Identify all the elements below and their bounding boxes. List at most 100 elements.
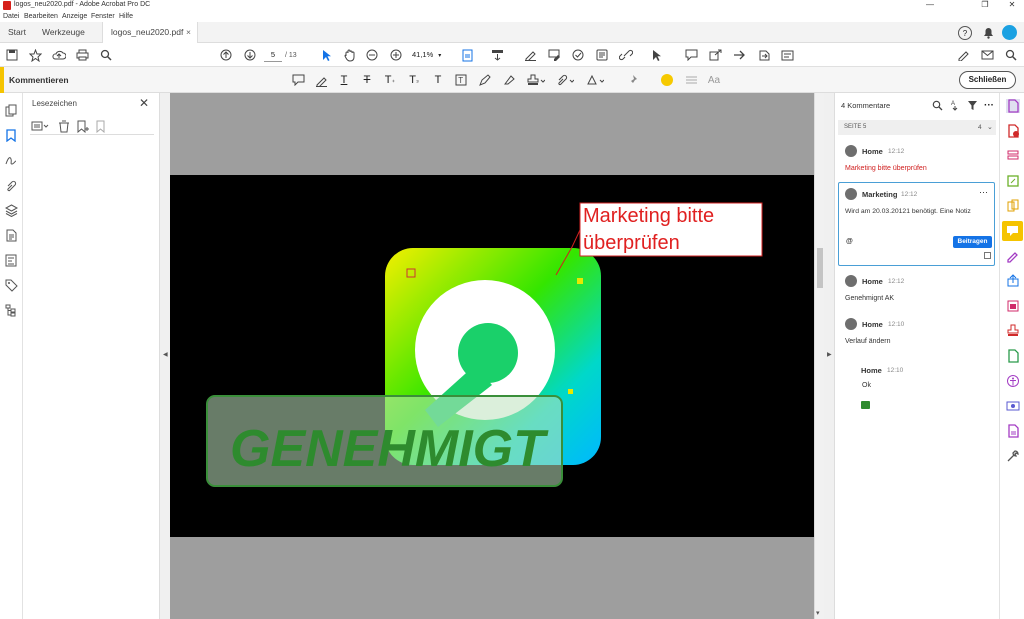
prepare-form-icon[interactable] <box>1006 424 1020 438</box>
page-down-icon[interactable] <box>242 47 258 63</box>
tab-start[interactable]: Start <box>0 22 34 43</box>
more-tools-wrench-icon[interactable] <box>1006 449 1020 463</box>
scroll-down-icon[interactable]: ▾ <box>816 609 820 617</box>
create-pdf-icon[interactable] <box>1006 99 1020 113</box>
underline-text-icon[interactable]: T <box>336 72 352 88</box>
search-icon[interactable] <box>98 47 114 63</box>
tab-werkzeuge[interactable]: Werkzeuge <box>34 22 93 43</box>
page-up-icon[interactable] <box>218 47 234 63</box>
comment-item-active[interactable]: Marketing 12:12 ··· Wird am 20.03.20121 … <box>838 182 995 266</box>
shapes-icon[interactable] <box>584 72 606 88</box>
thumbs-up-icon[interactable] <box>861 401 870 409</box>
signature-icon[interactable] <box>4 153 18 167</box>
comment-item[interactable]: Home 12:10 Verlauf ändern <box>838 316 996 348</box>
zoom-select[interactable]: 41,1% ▾ <box>412 48 450 62</box>
bookmark-options-icon[interactable] <box>30 119 50 133</box>
close-window-button[interactable]: ✕ <box>1002 0 1022 9</box>
fill-sign-icon[interactable] <box>522 47 538 63</box>
filter-icon[interactable] <box>966 99 978 111</box>
vertical-scrollbar[interactable]: ▾ <box>814 93 824 619</box>
sticky-note-icon[interactable] <box>290 72 306 88</box>
edit-pdf-icon[interactable] <box>1006 174 1020 188</box>
replace-text-icon[interactable]: T₃ <box>406 72 422 88</box>
combine-files-icon[interactable] <box>1006 199 1020 213</box>
share-icon[interactable] <box>755 47 771 63</box>
highlight-pen-icon[interactable] <box>313 72 329 88</box>
expand-bookmark-icon[interactable] <box>95 119 109 133</box>
pin-icon[interactable] <box>624 72 640 88</box>
close-panel-icon[interactable]: ✕ <box>139 96 149 110</box>
layers-icon[interactable] <box>4 203 18 217</box>
scan-ocr-icon[interactable] <box>1006 349 1020 363</box>
tab-document[interactable]: logos_neu2020.pdf × <box>102 22 198 43</box>
forms-icon[interactable] <box>594 47 610 63</box>
export-pdf-icon[interactable] <box>1006 124 1020 138</box>
close-comment-button[interactable]: Schließen <box>959 71 1016 89</box>
insert-text-icon[interactable]: T ₊ <box>382 72 398 88</box>
bookmark-icon[interactable] <box>4 128 18 142</box>
star-icon[interactable] <box>27 47 43 63</box>
maximize-button[interactable]: ❐ <box>975 0 995 9</box>
pdf-page[interactable]: Marketing bitte überprüfen GENEHMIGT <box>170 175 814 537</box>
delete-icon[interactable] <box>57 119 71 133</box>
arrow-right-icon[interactable] <box>731 47 747 63</box>
fill-sign-tool-icon[interactable] <box>1006 249 1020 263</box>
comment-more-icon[interactable]: ··· <box>979 187 988 197</box>
scrollbar-thumb[interactable] <box>817 248 823 288</box>
tag-icon[interactable] <box>4 278 18 292</box>
new-bookmark-icon[interactable] <box>76 119 90 133</box>
scroll-mode-icon[interactable] <box>489 47 505 63</box>
menu-datei[interactable]: Datei <box>3 13 19 20</box>
text-size-icon[interactable]: Aa <box>706 72 722 88</box>
cloud-upload-icon[interactable] <box>51 47 67 63</box>
print-icon[interactable] <box>74 47 90 63</box>
notification-bell-icon[interactable] <box>981 26 995 40</box>
attach-icon[interactable] <box>554 72 576 88</box>
menu-bearbeiten[interactable]: Bearbeiten <box>24 13 58 20</box>
comment-checkbox[interactable] <box>984 252 991 259</box>
hand-tool-icon[interactable] <box>341 47 357 63</box>
fit-page-icon[interactable] <box>460 47 476 63</box>
menu-fenster[interactable]: Fenster <box>91 13 115 20</box>
search-icon[interactable] <box>931 99 943 111</box>
accessibility-icon[interactable] <box>1006 374 1020 388</box>
post-button[interactable]: Beitragen <box>953 236 992 248</box>
pointer-icon[interactable] <box>648 47 664 63</box>
page-section-header[interactable]: SEITE 5 4 ⌄ <box>838 120 996 135</box>
comment-item[interactable]: Home 12:12 Marketing bitte überprüfen <box>838 143 996 175</box>
right-panel-collapse[interactable]: ▶ <box>824 93 834 619</box>
email-icon[interactable] <box>979 47 995 63</box>
select-cursor-icon[interactable] <box>318 47 334 63</box>
pencil-icon[interactable] <box>477 72 493 88</box>
comment-reply[interactable]: Home 12:10 Ok <box>838 363 996 418</box>
page-thumbnails-icon[interactable] <box>4 103 18 117</box>
stamp-tool-icon[interactable] <box>525 72 547 88</box>
attachment-icon[interactable] <box>4 178 18 192</box>
color-picker[interactable] <box>659 72 675 88</box>
comment-item[interactable]: Home 12:12 Genehmignt AK <box>838 273 996 305</box>
content-icon[interactable] <box>4 253 18 267</box>
organize-pages-icon[interactable] <box>1006 149 1020 163</box>
line-width-icon[interactable] <box>683 72 699 88</box>
minimize-button[interactable]: — <box>920 0 940 9</box>
comment-highlight-icon[interactable] <box>546 47 562 63</box>
text-box-icon[interactable]: T <box>453 72 469 88</box>
zoom-out-icon[interactable] <box>364 47 380 63</box>
strikethrough-text-icon[interactable]: T <box>359 72 375 88</box>
menu-hilfe[interactable]: Hilfe <box>119 13 133 20</box>
more-options-icon[interactable]: ··· <box>983 99 995 111</box>
mention-button[interactable]: @ <box>846 238 853 245</box>
help-icon[interactable]: ? <box>958 26 972 40</box>
zoom-in-icon[interactable] <box>388 47 404 63</box>
tab-close-icon[interactable]: × <box>186 22 191 43</box>
stamp-icon[interactable] <box>1006 324 1020 338</box>
eraser-icon[interactable] <box>500 72 516 88</box>
check-circle-icon[interactable] <box>570 47 586 63</box>
save-icon[interactable] <box>4 47 20 63</box>
menu-anzeige[interactable]: Anzeige <box>62 13 87 20</box>
more-tools-icon[interactable] <box>779 47 795 63</box>
order-icon[interactable] <box>4 303 18 317</box>
comment-icon[interactable] <box>683 47 699 63</box>
user-avatar[interactable] <box>1002 25 1017 40</box>
sign-icon[interactable] <box>955 47 971 63</box>
